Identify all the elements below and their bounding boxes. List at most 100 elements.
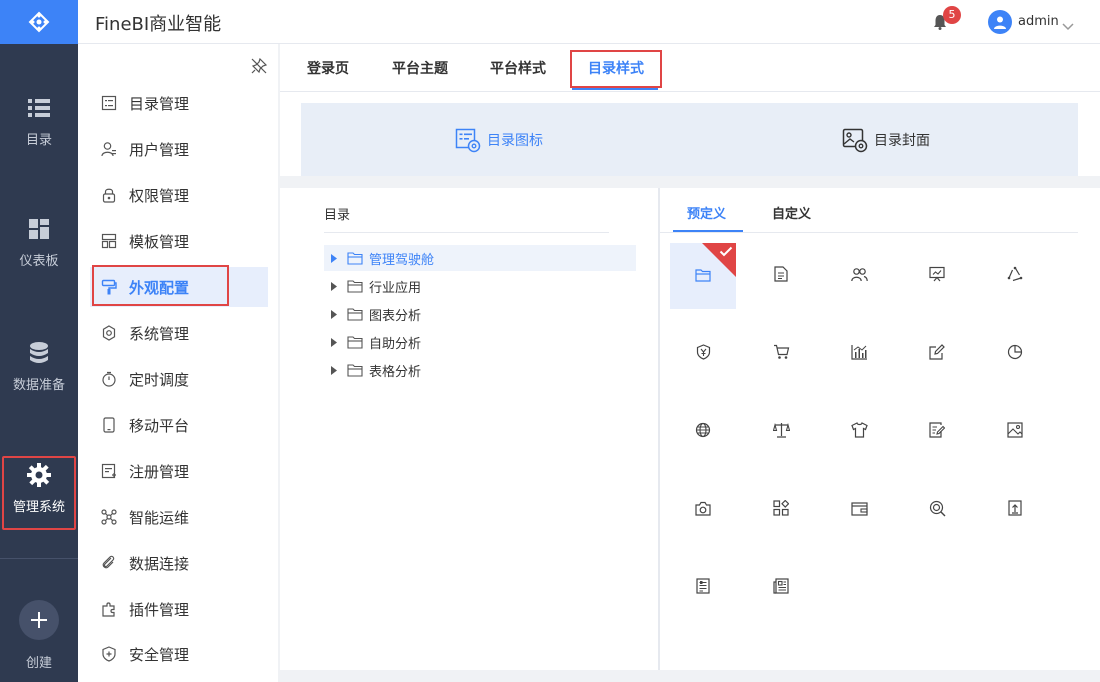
icon-option-wallet[interactable] xyxy=(826,477,892,543)
upload-icon xyxy=(1008,500,1022,520)
icon-option-bar-chart[interactable] xyxy=(826,321,892,387)
rail-item-catalog[interactable]: 目录 xyxy=(0,95,78,148)
active-tab-indicator xyxy=(673,230,743,232)
submenu-item-label: 权限管理 xyxy=(129,186,190,205)
icon-option-presentation[interactable] xyxy=(904,243,970,309)
highlight-box xyxy=(2,456,76,530)
icon-option-invoice[interactable] xyxy=(670,555,736,621)
icon-option-search-target[interactable] xyxy=(904,477,970,543)
icon-option-pie-chart[interactable] xyxy=(982,321,1048,387)
submenu-item-label: 系统管理 xyxy=(129,324,190,343)
tree-item-chart-analysis[interactable]: 图表分析 xyxy=(324,301,636,327)
submenu-item-plugins[interactable]: 插件管理 xyxy=(90,589,268,629)
icon-option-camera[interactable] xyxy=(670,477,736,543)
caret-right-icon[interactable] xyxy=(327,309,341,319)
submenu-item-templates[interactable]: 模板管理 xyxy=(90,221,268,261)
submenu-item-users[interactable]: 用户管理 xyxy=(90,129,268,169)
left-rail: 目录 仪表板 数据准备 管理系统 创建 xyxy=(0,0,78,682)
icon-option-upload[interactable] xyxy=(982,477,1048,543)
tree-title: 目录 xyxy=(324,208,351,223)
notification-badge: 5 xyxy=(943,6,961,24)
rail-item-create[interactable]: 创建 xyxy=(0,600,78,671)
tab-predefined[interactable]: 预定义 xyxy=(687,203,726,222)
tab-custom[interactable]: 自定义 xyxy=(772,203,811,222)
caret-right-icon[interactable] xyxy=(327,253,341,263)
icon-option-recycle[interactable] xyxy=(982,243,1048,309)
icon-option-apps[interactable] xyxy=(748,477,814,543)
dashboard-icon xyxy=(28,216,50,242)
highlight-box xyxy=(570,50,662,88)
catalog-tree-pane: 目录 管理驾驶舱 行业应用 图表分析 自助分析 表格分析 xyxy=(301,188,658,670)
caret-right-icon[interactable] xyxy=(327,281,341,291)
mode-label: 目录图标 xyxy=(487,133,543,149)
submenu-item-data-connection[interactable]: 数据连接 xyxy=(90,543,268,583)
tree-item-table-analysis[interactable]: 表格分析 xyxy=(324,357,636,383)
tab-login-page[interactable]: 登录页 xyxy=(307,58,349,78)
main-content: 登录页 平台主题 平台样式 目录样式 目录图标 目录封面 目录 管理驾驶舱 行业… xyxy=(280,44,1100,682)
tree-item-industry[interactable]: 行业应用 xyxy=(324,273,636,299)
icon-option-scale[interactable] xyxy=(748,399,814,465)
submenu-item-register[interactable]: 注册管理 xyxy=(90,451,268,491)
icon-option-notes[interactable] xyxy=(904,399,970,465)
icon-option-cart[interactable] xyxy=(748,321,814,387)
submenu-item-catalog[interactable]: 目录管理 xyxy=(90,83,268,123)
invoice-icon xyxy=(696,578,710,598)
folder-icon xyxy=(347,335,363,349)
tree-item-label: 图表分析 xyxy=(369,308,422,324)
shirt-icon xyxy=(850,422,868,442)
submenu-item-mobile[interactable]: 移动平台 xyxy=(90,405,268,445)
submenu-item-security[interactable]: 安全管理 xyxy=(90,634,268,674)
icon-option-shield-yen[interactable] xyxy=(670,321,736,387)
tree-item-label: 管理驾驶舱 xyxy=(369,252,435,268)
caret-right-icon[interactable] xyxy=(327,365,341,375)
notes-icon xyxy=(929,422,946,442)
logo-icon xyxy=(28,11,50,33)
tree-item-label: 表格分析 xyxy=(369,364,422,380)
search-target-icon xyxy=(929,500,946,521)
user-icon xyxy=(100,140,118,158)
tree-item-self-service[interactable]: 自助分析 xyxy=(324,329,636,355)
submenu-item-permissions[interactable]: 权限管理 xyxy=(90,175,268,215)
submenu-item-system[interactable]: 系统管理 xyxy=(90,313,268,353)
wallet-icon xyxy=(850,501,868,520)
icon-option-shirt[interactable] xyxy=(826,399,892,465)
folder-icon xyxy=(347,251,363,265)
rail-item-data-prep[interactable]: 数据准备 xyxy=(0,340,78,393)
settings-icon xyxy=(100,324,118,342)
tree-item-cockpit[interactable]: 管理驾驶舱 xyxy=(324,245,636,271)
logo[interactable] xyxy=(0,0,78,44)
caret-right-icon[interactable] xyxy=(327,337,341,347)
icon-option-edit[interactable] xyxy=(904,321,970,387)
icon-option-news[interactable] xyxy=(748,555,814,621)
tab-platform-theme[interactable]: 平台主题 xyxy=(392,58,448,78)
rail-divider xyxy=(0,558,78,559)
catalog-icon xyxy=(100,94,118,112)
icon-option-image[interactable] xyxy=(982,399,1048,465)
apps-icon xyxy=(773,499,790,520)
scale-icon xyxy=(772,422,790,442)
icon-option-globe[interactable] xyxy=(670,399,736,465)
top-header: FineBI商业智能 5 admin xyxy=(78,0,1100,44)
username[interactable]: admin xyxy=(1018,14,1059,29)
submenu-item-label: 插件管理 xyxy=(129,600,190,619)
section-gap xyxy=(280,176,1100,188)
active-tab-indicator xyxy=(572,88,658,90)
submenu-item-schedule[interactable]: 定时调度 xyxy=(90,359,268,399)
folder-icon xyxy=(347,307,363,321)
shield-icon xyxy=(100,645,118,663)
chevron-down-icon[interactable] xyxy=(1062,16,1074,35)
pin-icon[interactable] xyxy=(251,57,268,78)
icon-option-users[interactable] xyxy=(826,243,892,309)
submenu-item-ops[interactable]: 智能运维 xyxy=(90,497,268,537)
news-icon xyxy=(773,578,789,598)
icon-option-document[interactable] xyxy=(748,243,814,309)
mode-catalog-cover[interactable]: 目录封面 xyxy=(842,127,930,153)
avatar[interactable] xyxy=(988,10,1012,34)
camera-icon xyxy=(695,501,711,520)
icon-option-folder[interactable] xyxy=(670,243,736,309)
rail-item-label: 数据准备 xyxy=(12,378,65,393)
mode-catalog-icon[interactable]: 目录图标 xyxy=(455,127,543,153)
rail-item-label: 创建 xyxy=(25,656,52,671)
tab-platform-style[interactable]: 平台样式 xyxy=(490,58,546,78)
rail-item-dashboard[interactable]: 仪表板 xyxy=(0,216,78,269)
